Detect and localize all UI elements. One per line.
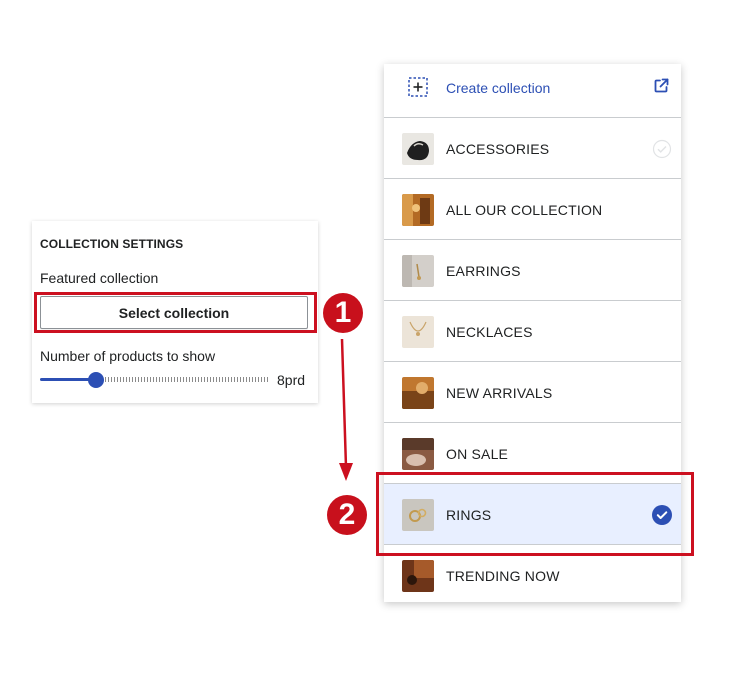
step-badge-1: 1 xyxy=(323,293,363,333)
products-count-slider[interactable] xyxy=(40,372,270,388)
callout-box-select-button xyxy=(34,292,317,333)
featured-collection-label: Featured collection xyxy=(40,270,159,286)
collection-item-label: TRENDING NOW xyxy=(446,568,560,584)
external-link-icon[interactable] xyxy=(653,78,669,94)
collection-item[interactable]: EARRINGS xyxy=(384,240,681,301)
arrow-down-icon xyxy=(339,338,353,481)
on-sale-thumbnail-icon xyxy=(402,438,434,470)
collection-item-label: EARRINGS xyxy=(446,263,521,279)
collection-item[interactable]: ACCESSORIES xyxy=(384,118,681,179)
check-circle-icon xyxy=(652,139,672,159)
collection-item-label: NEW ARRIVALS xyxy=(446,385,553,401)
collection-item-label: ON SALE xyxy=(446,446,509,462)
collection-item[interactable]: NEW ARRIVALS xyxy=(384,362,681,423)
callout-box-rings-row xyxy=(376,472,694,556)
new-arrivals-thumbnail-icon xyxy=(402,377,434,409)
collection-item[interactable]: NECKLACES xyxy=(384,301,681,362)
collection-item-label: NECKLACES xyxy=(446,324,533,340)
create-collection-row[interactable]: Create collection xyxy=(384,64,681,118)
products-count-label: Number of products to show xyxy=(40,348,216,364)
accessories-thumbnail-icon xyxy=(402,133,434,165)
collection-item-label: ACCESSORIES xyxy=(446,141,550,157)
add-collection-icon xyxy=(408,77,428,97)
collection-item-label: ALL OUR COLLECTION xyxy=(446,202,603,218)
collection-thumbnail-icon xyxy=(402,194,434,226)
necklaces-thumbnail-icon xyxy=(402,316,434,348)
settings-heading: COLLECTION SETTINGS xyxy=(40,237,184,251)
trending-thumbnail-icon xyxy=(402,560,434,592)
create-collection-link[interactable]: Create collection xyxy=(446,80,550,96)
collection-item[interactable]: ALL OUR COLLECTION xyxy=(384,179,681,240)
step-badge-2: 2 xyxy=(327,495,367,535)
earrings-thumbnail-icon xyxy=(402,255,434,287)
slider-thumb[interactable] xyxy=(88,372,104,388)
slider-value: 8prd xyxy=(277,372,306,388)
slider-track-empty xyxy=(102,377,270,382)
